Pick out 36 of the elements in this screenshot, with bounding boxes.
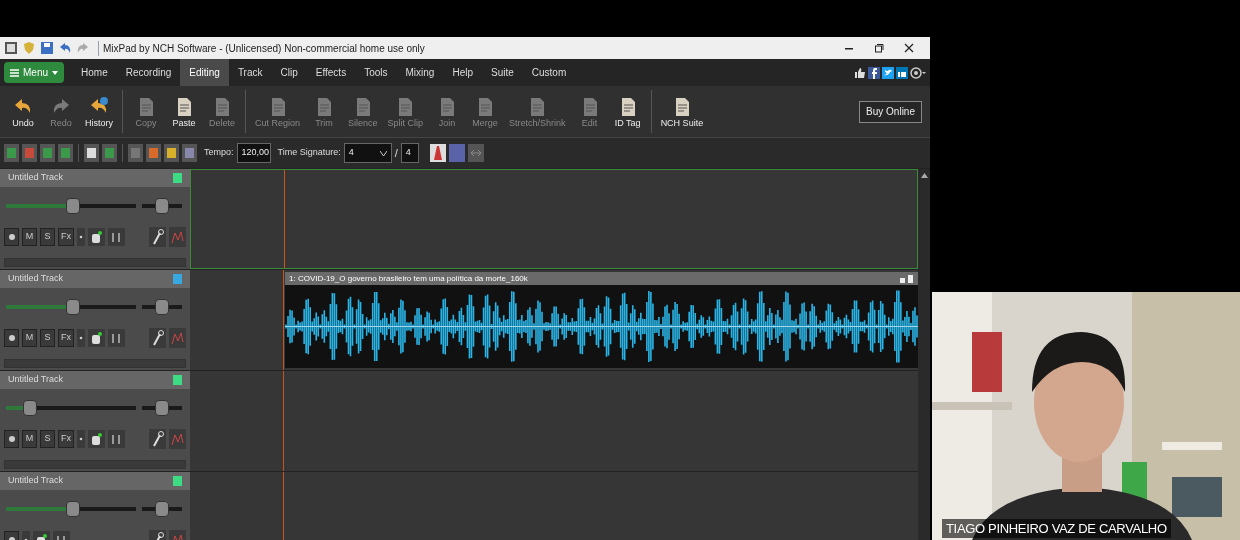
clip-title: 1: COVID-19_O governo brasileiro tem uma política da morte_160k [289,272,528,285]
tempo-field[interactable]: 120,00 [236,143,271,163]
menu-button[interactable]: Menu [4,62,64,83]
toolbar-button[interactable]: ID Tag [608,86,647,137]
track-button[interactable]: M [22,228,37,246]
numerator-dropdown[interactable]: 4 [343,143,392,163]
track-button[interactable]: Fx [58,228,74,246]
participant-name: TIAGO PINHEIRO VAZ DE CARVALHO [942,518,1171,538]
track-button[interactable]: S [40,228,55,246]
separator-slash: / [394,145,398,161]
tempo-label: Tempo: [204,146,234,160]
track-button[interactable]: S [40,329,55,347]
tab[interactable]: Mixing [396,59,444,86]
buy-online-button[interactable]: Buy Online [859,100,922,123]
toolbar-button[interactable]: Undo [4,86,42,137]
tab[interactable]: Editing [180,59,229,86]
window-title: MixPad by NCH Software - (Unlicensed) Non-commercial home use only [98,40,425,56]
track-button[interactable]: Fx [58,430,74,448]
track-button[interactable]: Fx [58,329,74,347]
track-button[interactable]: M [22,430,37,448]
toolbar-button[interactable]: Paste [165,86,203,137]
tab[interactable]: Effects [306,59,356,86]
tab[interactable]: Home [72,59,117,86]
tab[interactable]: Recording [116,59,181,86]
toolbar-button[interactable]: NCH Suite [655,86,709,137]
track-button[interactable]: M [22,329,37,347]
tab[interactable]: Clip [271,59,307,86]
denominator-field[interactable]: 4 [400,143,419,163]
tab[interactable]: Custom [522,59,576,86]
toolbar-button[interactable]: History [80,86,118,137]
time-signature-label: Time Signature: [277,146,341,160]
tab[interactable]: Track [228,59,272,86]
tab[interactable]: Tools [355,59,397,86]
tab[interactable]: Suite [482,59,523,86]
track-button[interactable]: S [40,430,55,448]
tab[interactable]: Help [443,59,482,86]
